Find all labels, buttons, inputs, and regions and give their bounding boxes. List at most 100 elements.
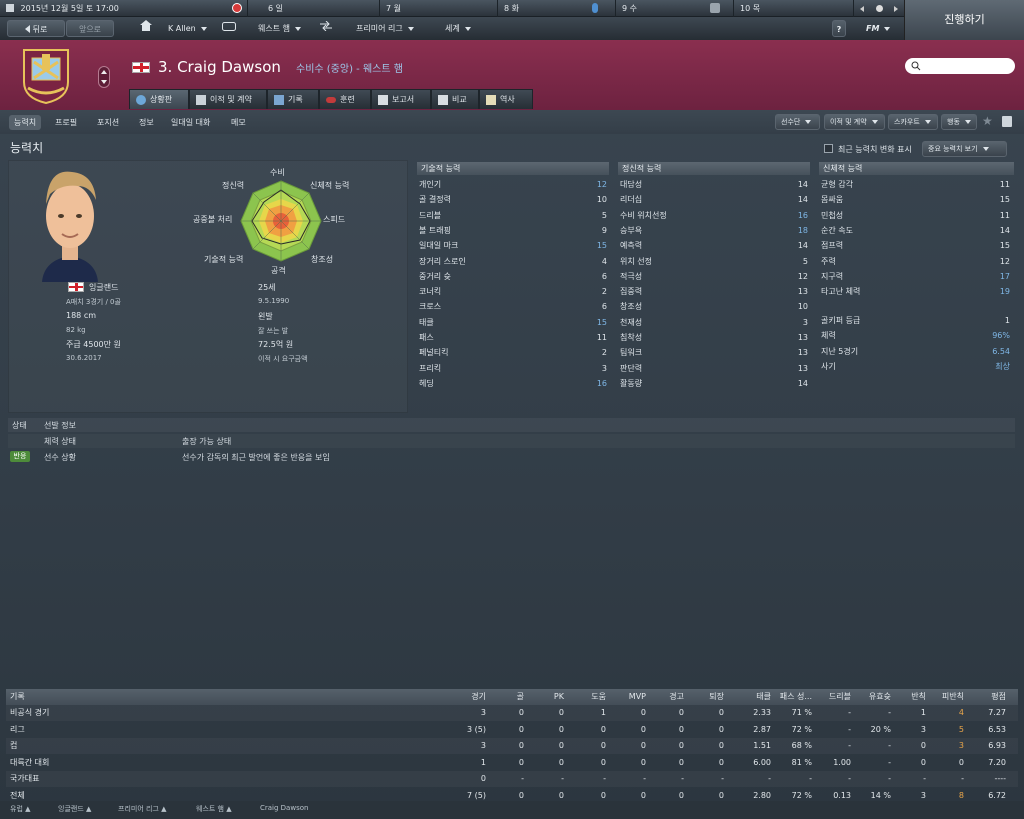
nationality[interactable]: 잉글랜드 [89, 282, 118, 293]
actions-dropdown[interactable]: 행동 [941, 114, 977, 130]
tab-overview[interactable]: 상황판 [129, 89, 189, 109]
tab-training[interactable]: 훈련 [319, 89, 371, 109]
stats-column-header[interactable]: 경기 [471, 689, 486, 705]
transfer-dropdown[interactable]: 이적 및 계약 [824, 114, 885, 130]
attribute-row[interactable]: 페널티킥 2 [417, 345, 609, 360]
stats-row[interactable]: 비공식 경기 3 0 0 1 0 0 0 2.33 71 % - - 1 4 7.27 [6, 705, 1018, 721]
arrow-up-icon[interactable] [101, 70, 107, 74]
stats-column-header[interactable]: PK [554, 689, 564, 705]
league-menu[interactable]: 프리미어 리그 [356, 20, 436, 37]
attribute-row[interactable]: 태클 15 [417, 315, 609, 330]
player-role-club[interactable]: 수비수 (중앙) - 웨스트 햄 [296, 60, 403, 75]
attribute-row[interactable]: 승부욕 18 [618, 223, 810, 238]
day-cell[interactable]: 10 목 [734, 0, 854, 17]
recent-changes-checkbox[interactable] [824, 144, 833, 153]
attribute-row[interactable]: 예측력 14 [618, 238, 810, 253]
notes-icon[interactable] [1002, 116, 1012, 127]
attribute-row[interactable]: 드리블 5 [417, 208, 609, 223]
status-row-situation[interactable]: 반응 선수 상황 선수가 감독의 최근 발언에 좋은 반응을 보임 [8, 450, 1015, 464]
subtab-notes[interactable]: 메모 [226, 115, 251, 130]
attribute-row[interactable]: 크로스 6 [417, 299, 609, 314]
attribute-row[interactable]: 골키퍼 등급 1 [819, 313, 1012, 328]
attribute-row[interactable]: 대담성 14 [618, 177, 810, 192]
breadcrumb-item[interactable]: 유럽 ▲ [10, 804, 31, 814]
breadcrumb-item[interactable]: 잉글랜드 ▲ [58, 804, 91, 814]
attribute-row[interactable]: 균형 감각 11 [819, 177, 1012, 192]
subtab-attributes[interactable]: 능력치 [9, 115, 42, 130]
stats-column-header[interactable]: 반칙 [911, 689, 926, 705]
breadcrumb-item[interactable]: 웨스트 햄 ▲ [196, 804, 232, 814]
transfer-icon[interactable] [320, 20, 336, 37]
attribute-row[interactable]: 프리킥 3 [417, 361, 609, 376]
attribute-row[interactable]: 순간 속도 14 [819, 223, 1012, 238]
stats-row[interactable]: 컵 3 0 0 0 0 0 0 1.51 68 % - - 0 3 6.93 [6, 738, 1018, 754]
tab-compare[interactable]: 비교 [431, 89, 479, 109]
chevron-left-icon[interactable] [860, 6, 864, 12]
attribute-row[interactable]: 팀워크 13 [618, 345, 810, 360]
stats-column-header[interactable]: 태클 [756, 689, 771, 705]
club-menu[interactable]: 웨스트 햄 [258, 20, 328, 37]
attribute-row[interactable]: 지난 5경기 6.54 [819, 344, 1012, 359]
help-button[interactable]: ? [832, 20, 846, 37]
breadcrumb-item[interactable]: Craig Dawson [260, 804, 308, 812]
current-date-cell[interactable]: 2015년 12월 5일 토 17:00 [0, 0, 248, 17]
subtab-info[interactable]: 정보 [134, 115, 159, 130]
attribute-row[interactable]: 몸싸움 15 [819, 192, 1012, 207]
tab-reports[interactable]: 보고서 [371, 89, 431, 109]
tab-history[interactable]: 역사 [479, 89, 533, 109]
manager-menu[interactable]: K Allen [168, 20, 228, 37]
attribute-row[interactable]: 민첩성 11 [819, 208, 1012, 223]
breadcrumb-item[interactable]: 프리미어 리그 ▲ [118, 804, 166, 814]
attribute-row[interactable]: 주력 12 [819, 254, 1012, 269]
stats-row[interactable]: 대륙간 대회 1 0 0 0 0 0 0 6.00 81 % 1.00 - 0 0 7.20 [6, 755, 1018, 771]
attribute-row[interactable]: 집중력 13 [618, 284, 810, 299]
attribute-row[interactable]: 개인기 12 [417, 177, 609, 192]
status-row-fitness[interactable]: 체력 상태 출장 가능 상태 [8, 434, 1015, 448]
stats-column-header[interactable]: 드리블 [829, 689, 851, 705]
attribute-row[interactable]: 점프력 15 [819, 238, 1012, 253]
scout-dropdown[interactable]: 스카우트 [888, 114, 938, 130]
attribute-row[interactable]: 패스 11 [417, 330, 609, 345]
stats-column-header[interactable]: 도움 [591, 689, 606, 705]
attribute-row[interactable]: 장거리 스로인 4 [417, 254, 609, 269]
attribute-row[interactable]: 일대일 마크 15 [417, 238, 609, 253]
attribute-row[interactable]: 수비 위치선정 16 [618, 208, 810, 223]
stats-row[interactable]: 국가대표 0- - - - - - - - - - - - ---- [6, 771, 1018, 787]
subtab-profile[interactable]: 프로필 [50, 115, 82, 130]
attribute-row[interactable]: 침착성 13 [618, 330, 810, 345]
attribute-row[interactable]: 타고난 체력 19 [819, 284, 1012, 299]
fm-menu[interactable]: FM [866, 20, 900, 37]
chevron-right-icon[interactable] [894, 6, 898, 12]
attribute-row[interactable]: 창조성 10 [618, 299, 810, 314]
stats-column-header[interactable]: 유효슛 [869, 689, 891, 705]
back-button[interactable]: 뒤로 [7, 20, 65, 37]
attribute-row[interactable]: 적극성 12 [618, 269, 810, 284]
player-scroll-arrows[interactable] [98, 66, 110, 88]
attribute-row[interactable]: 헤딩 16 [417, 376, 609, 391]
attribute-row[interactable]: 지구력 17 [819, 269, 1012, 284]
world-menu[interactable]: 세계 [445, 20, 485, 37]
attribute-row[interactable]: 활동량 14 [618, 376, 810, 391]
search-input[interactable] [905, 58, 1015, 74]
attribute-row[interactable]: 위치 선정 5 [618, 254, 810, 269]
continue-button[interactable]: 진행하기 [904, 0, 1024, 40]
attribute-row[interactable]: 골 결정력 10 [417, 192, 609, 207]
stats-column-header[interactable]: 패스 성... [780, 689, 812, 705]
star-icon[interactable]: ★ [982, 114, 993, 128]
day-cell[interactable]: 7 월 [380, 0, 498, 17]
stats-column-header[interactable]: 평점 [991, 689, 1006, 705]
attribute-row[interactable]: 사기 최상 [819, 359, 1012, 374]
stats-column-header[interactable]: 경고 [669, 689, 684, 705]
attribute-row[interactable]: 중거리 슛 6 [417, 269, 609, 284]
inbox-icon[interactable] [222, 20, 238, 37]
attribute-row[interactable]: 체력 96% [819, 328, 1012, 343]
arrow-down-icon[interactable] [101, 80, 107, 84]
attribute-row[interactable]: 판단력 13 [618, 361, 810, 376]
subtab-positions[interactable]: 포지션 [92, 115, 124, 130]
subtab-private-chat[interactable]: 일대일 대화 [166, 115, 215, 130]
calendar-scroll[interactable] [856, 0, 904, 17]
stats-column-header[interactable]: 퇴장 [709, 689, 724, 705]
stats-column-header[interactable]: MVP [629, 689, 646, 705]
stats-column-header[interactable]: 피반칙 [942, 689, 964, 705]
stats-row[interactable]: 리그 3 (5) 0 0 0 0 0 0 2.87 72 % - 20 % 3 5 6.53 [6, 722, 1018, 738]
